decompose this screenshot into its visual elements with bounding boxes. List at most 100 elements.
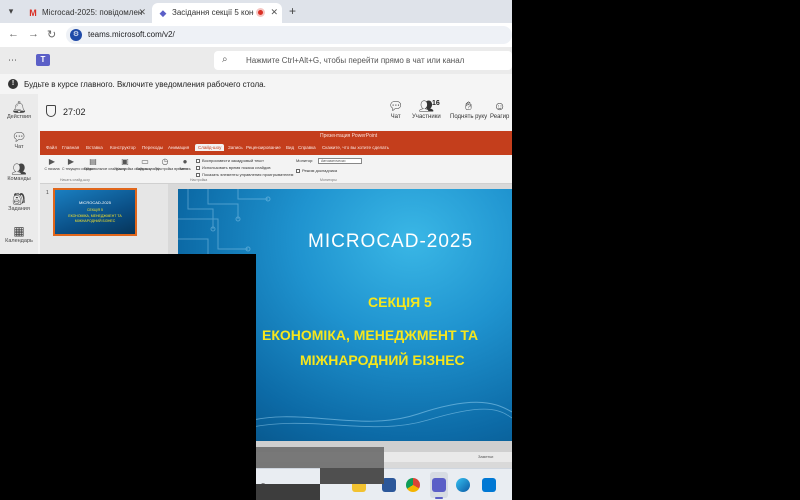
- from-beginning-button[interactable]: ▶ С начала: [43, 157, 61, 171]
- screenshot-stage: ▾ M Microcad-2025: повідомлення ✕ ◆ Засі…: [0, 0, 800, 500]
- browser-tab-gmail[interactable]: M Microcad-2025: повідомлення ✕: [22, 3, 150, 23]
- smile-icon: ☺: [493, 99, 506, 113]
- raise-hand-button[interactable]: ✋︎ Поднять руку: [450, 99, 487, 120]
- back-arrow-icon[interactable]: ←: [8, 28, 19, 40]
- show-media-controls-checkbox[interactable]: Показать элементы управления проигрывате…: [196, 172, 293, 177]
- react-button[interactable]: ☺ Реагир: [490, 99, 509, 120]
- word-icon[interactable]: [382, 478, 396, 492]
- address-bar-row: ← → ↻ ⚙ teams.microsoft.com/v2/: [0, 23, 512, 47]
- record-icon: ●: [182, 157, 188, 166]
- chrome-icon[interactable]: [406, 478, 420, 492]
- url-field[interactable]: ⚙ teams.microsoft.com/v2/: [66, 26, 512, 44]
- powerpoint-ribbon-tabs: Файл Главная Вставка Конструктор Переход…: [40, 143, 512, 155]
- rail-item-label: Календарь: [5, 238, 33, 244]
- chat-button-label: Чат: [390, 114, 401, 120]
- notes-button[interactable]: Заметки: [478, 454, 493, 459]
- meeting-toolbar: 27:02 💬︎ Чат 👥︎ Участники 16 ✋︎ Поднять …: [38, 94, 512, 130]
- teams-header: ⋯ T ⌕ Нажмите Ctrl+Alt+G, чтобы перейти …: [0, 47, 512, 74]
- reload-icon[interactable]: ↻: [47, 28, 56, 41]
- monitor-dropdown[interactable]: Автоматически: [318, 158, 362, 164]
- button-label: С начала: [44, 167, 60, 171]
- black-overlay-bottom-left: [0, 254, 256, 500]
- tab-search-chevron-icon[interactable]: ▾: [4, 4, 18, 18]
- presenter-view-checkbox[interactable]: Режим докладчика: [296, 168, 337, 173]
- slide-subtitle-line1: ЕКОНОМІКА, МЕНЕДЖМЕНТ ТА: [262, 327, 479, 343]
- rehearse-timings-button[interactable]: ◷ Настройка времени: [156, 157, 189, 171]
- new-tab-button[interactable]: +: [289, 4, 296, 18]
- thumb-title: MICROCAD-2025: [78, 200, 111, 205]
- use-timings-checkbox[interactable]: Использовать время показа слайдов: [196, 165, 271, 170]
- teams-search-input[interactable]: ⌕ Нажмите Ctrl+Alt+G, чтобы перейти прям…: [214, 51, 512, 70]
- checkbox-box: [296, 168, 300, 173]
- powerpoint-title-bar: Презентация PowerPoint: [40, 131, 512, 143]
- close-icon[interactable]: ✕: [270, 7, 278, 18]
- teams-logo-icon: T: [36, 54, 50, 66]
- button-label: Настройка слайд-шоу: [116, 167, 152, 171]
- ribbon-tab-record[interactable]: Запись: [228, 145, 243, 150]
- rail-item-calendar[interactable]: ▦ Календарь: [0, 222, 38, 252]
- monitor-label: Монитор:: [296, 158, 314, 163]
- ribbon-tab-slideshow[interactable]: Слайд-шоу: [195, 144, 225, 151]
- ribbon-tab-review[interactable]: Рецензирование: [246, 145, 281, 150]
- checkbox-box: [196, 158, 200, 163]
- ribbon-tab-file[interactable]: Файл: [46, 145, 57, 150]
- rail-item-teams[interactable]: 👥︎ Команды: [0, 160, 38, 190]
- raise-hand-label: Поднять руку: [450, 114, 488, 120]
- chat-icon: 💬︎: [388, 99, 404, 113]
- bell-icon: 🔔︎: [11, 100, 27, 114]
- ribbon-tab-help[interactable]: Справка: [298, 145, 316, 150]
- hide-slide-button[interactable]: ▭ Скрыть слайд: [136, 157, 159, 171]
- thumb-section: СЕКЦІЯ 5: [87, 208, 103, 212]
- teams-taskbar-icon[interactable]: [432, 478, 446, 492]
- site-info-icon[interactable]: ⚙: [70, 29, 82, 41]
- notification-banner: ! Будьте в курсе главного. Включите увед…: [0, 74, 512, 94]
- slide-thumbnail[interactable]: MICROCAD-2025 СЕКЦІЯ 5 ЕКОНОМІКА, МЕНЕДЖ…: [53, 188, 137, 236]
- tab-label: Microcad-2025: повідомлення: [42, 8, 142, 17]
- browser-tab-teams[interactable]: ◆ Засідання секції 5 конференції ✕: [152, 3, 282, 23]
- hide-icon: ▭: [141, 157, 149, 166]
- play-narrations-checkbox[interactable]: Воспроизвести закадровый текст: [196, 158, 264, 163]
- glitch-block: [256, 484, 320, 500]
- slides-icon: ▤: [89, 157, 97, 166]
- rail-item-assignments[interactable]: 🎒︎ Задания: [0, 190, 38, 220]
- meeting-timer: 27:02: [63, 107, 86, 117]
- black-overlay-right: [512, 0, 800, 500]
- forward-arrow-icon[interactable]: →: [28, 28, 39, 40]
- chat-button[interactable]: 💬︎ Чат: [388, 99, 403, 120]
- powerpoint-ribbon: ▶ С начала ▶ С текущего слайда ▤ Произво…: [40, 155, 512, 184]
- teams-icon: ◆: [159, 8, 167, 18]
- people-icon: 👥︎: [11, 162, 27, 176]
- slide-section: СЕКЦІЯ 5: [368, 294, 432, 310]
- ribbon-tell-me[interactable]: Скажите, что вы хотите сделать: [322, 145, 389, 150]
- shield-icon: [46, 105, 56, 117]
- app-launcher-icon[interactable]: ⋯: [8, 55, 17, 66]
- setup-slideshow-button[interactable]: ▣ Настройка слайд-шоу: [116, 157, 152, 171]
- ribbon-tab-design[interactable]: Конструктор: [110, 145, 136, 150]
- tab-label: Засідання секції 5 конференції: [172, 8, 254, 17]
- rail-item-label: Задания: [8, 206, 30, 212]
- ribbon-tab-animations[interactable]: Анимация: [168, 145, 189, 150]
- ribbon-tab-home[interactable]: Главная: [62, 145, 79, 150]
- ribbon-tab-insert[interactable]: Вставка: [86, 145, 103, 150]
- button-label: С текущего слайда: [62, 167, 93, 171]
- record-button[interactable]: ● Запись: [176, 157, 194, 171]
- play-icon: ▶: [67, 157, 75, 166]
- thumb-line1: ЕКОНОМІКА, МЕНЕДЖМЕНТ ТА: [68, 214, 122, 218]
- rail-item-activity[interactable]: 🔔︎ Действия: [0, 98, 38, 128]
- ribbon-tab-view[interactable]: Вид: [286, 145, 294, 150]
- edge-icon[interactable]: [456, 478, 470, 492]
- setup-icon: ▣: [121, 157, 129, 166]
- ribbon-tab-transitions[interactable]: Переходы: [142, 145, 163, 150]
- close-icon[interactable]: ✕: [138, 7, 146, 18]
- recording-indicator-icon: [256, 8, 265, 17]
- from-current-slide-button[interactable]: ▶ С текущего слайда: [62, 157, 93, 171]
- calendar-icon: ▦: [13, 224, 25, 238]
- store-icon[interactable]: [482, 478, 496, 492]
- button-label: Настройка времени: [156, 167, 189, 171]
- assignment-icon: 🎒︎: [11, 192, 27, 206]
- rail-item-chat[interactable]: 💬︎ Чат: [0, 128, 38, 158]
- slide-subtitle-line2: МІЖНАРОДНИЙ БІЗНЕС: [300, 352, 465, 368]
- info-icon: !: [8, 79, 18, 89]
- custom-slideshow-button[interactable]: ▤ Произвольное слайд-шоу: [84, 157, 126, 171]
- search-placeholder: Нажмите Ctrl+Alt+G, чтобы перейти прямо …: [246, 56, 465, 65]
